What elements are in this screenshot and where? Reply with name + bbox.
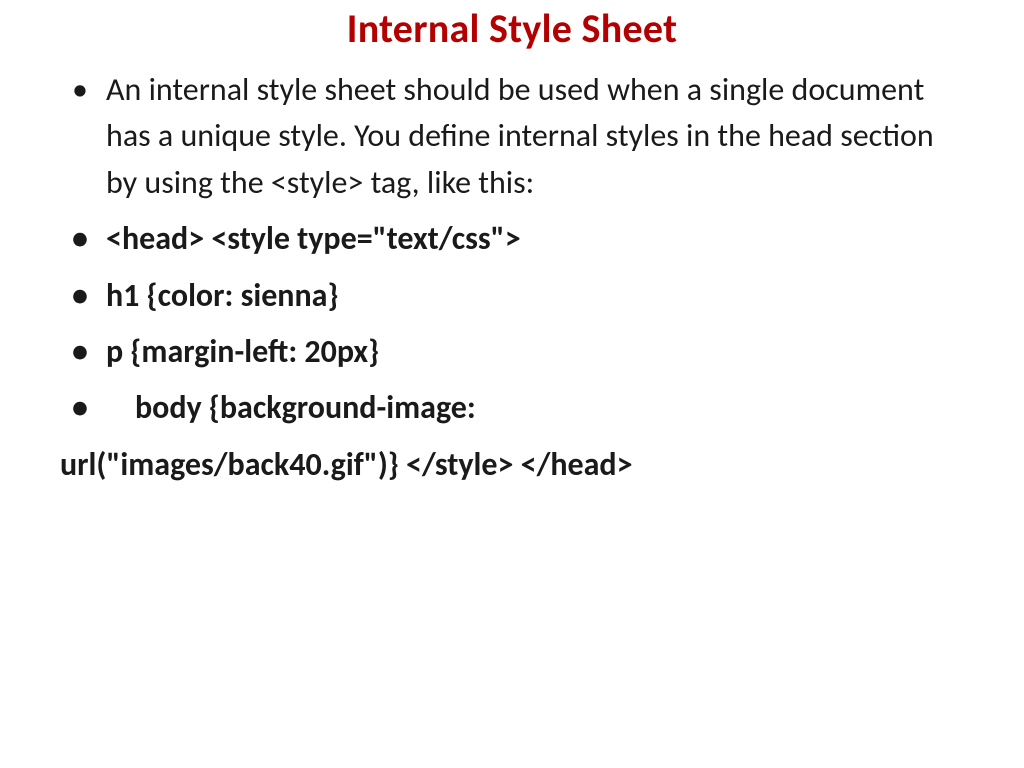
bullet-list: An internal style sheet should be used w… xyxy=(60,67,964,432)
bullet-text-4: p {margin-left: 20px} xyxy=(106,332,379,371)
bullet-text-5: body {background-image: xyxy=(106,388,476,427)
bullet-item-3: h1 {color: sienna} xyxy=(60,273,964,319)
trailing-line: url("images/back40.gif")} </style> </hea… xyxy=(60,442,964,488)
bullet-item-2: <head> <style type="text/css"> xyxy=(60,216,964,262)
bullet-item-1: An internal style sheet should be used w… xyxy=(60,67,964,206)
bullet-item-5: body {background-image: xyxy=(60,385,964,431)
slide: Internal Style Sheet An internal style s… xyxy=(0,0,1024,768)
bullet-text-2: <head> <style type="text/css"> xyxy=(106,219,521,258)
bullet-item-4: p {margin-left: 20px} xyxy=(60,329,964,375)
slide-title: Internal Style Sheet xyxy=(60,0,964,67)
bullet-text-1: An internal style sheet should be used w… xyxy=(106,70,934,202)
bullet-text-3: h1 {color: sienna} xyxy=(106,276,338,315)
